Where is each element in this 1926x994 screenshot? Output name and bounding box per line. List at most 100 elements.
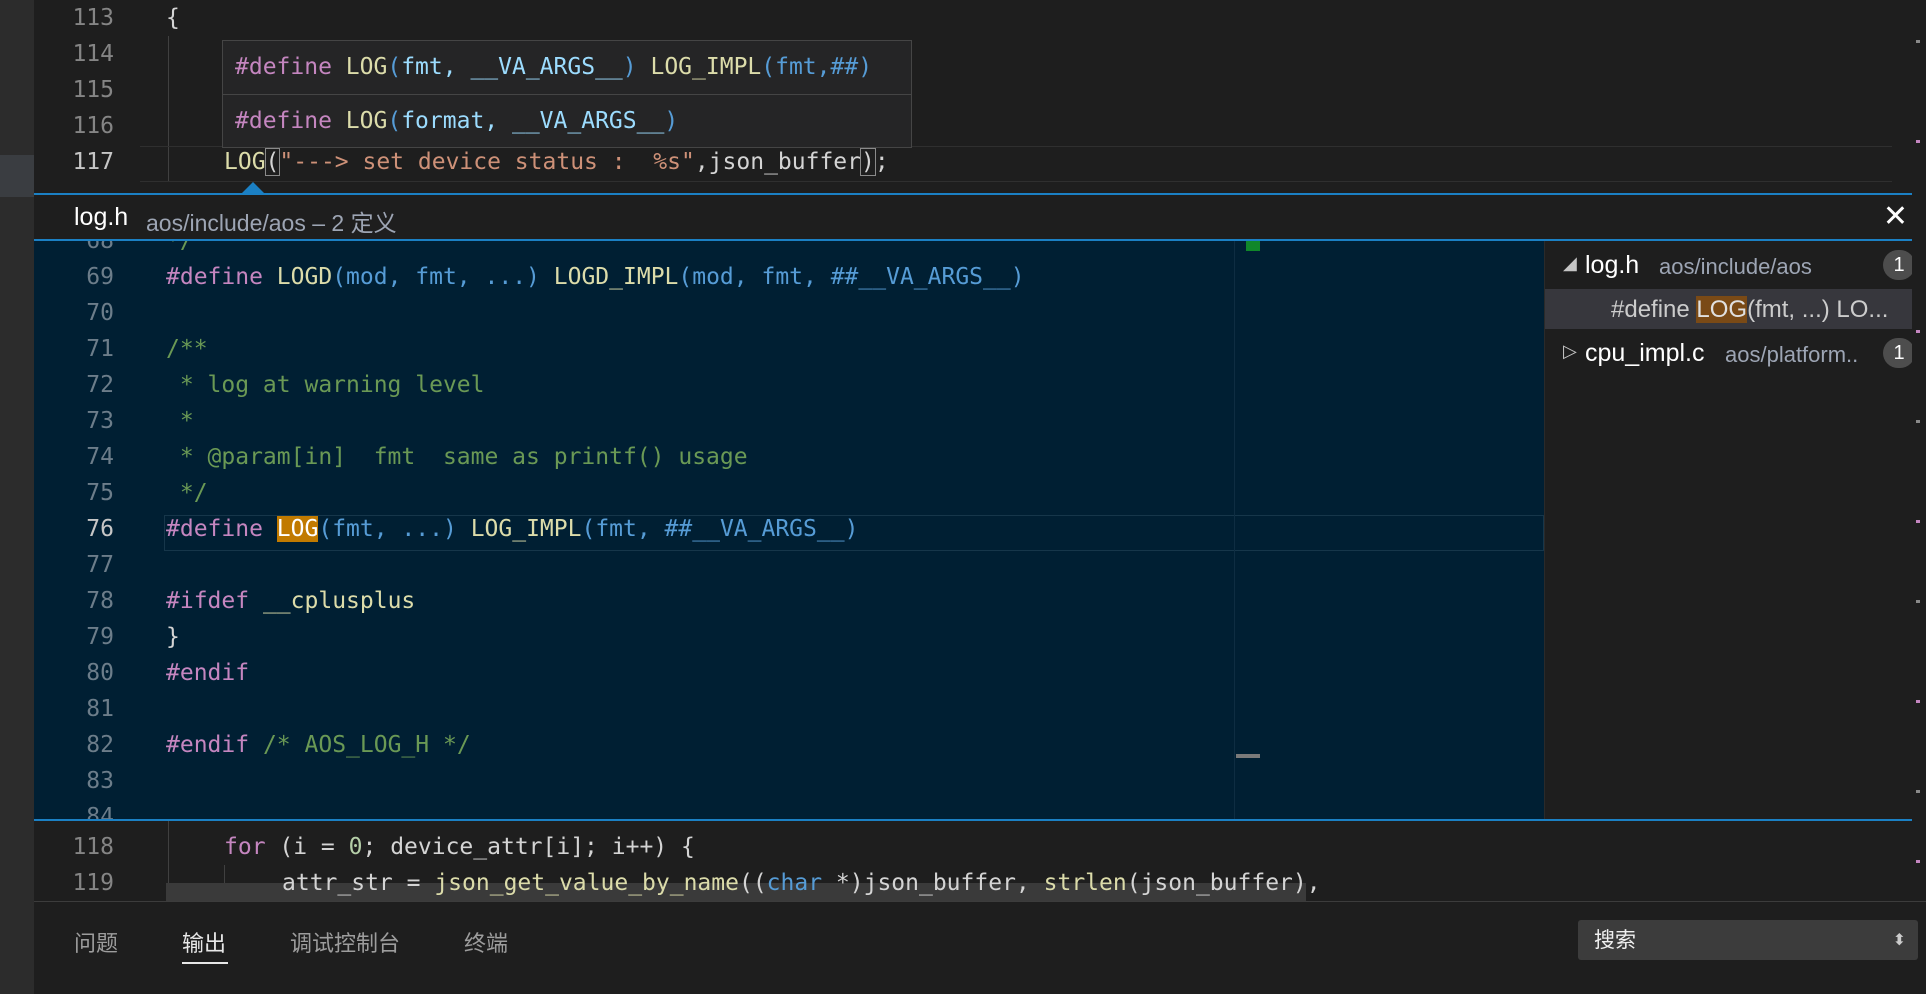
code-line-75: */ xyxy=(166,480,208,506)
token-macro: __cplusplus xyxy=(262,588,416,614)
token-function: json_get_value_by_name xyxy=(434,870,739,896)
editor-bottom-region[interactable]: 118 119 for (i = 0; device_attr[i]; i++)… xyxy=(34,821,1926,901)
token-function: LOGD xyxy=(276,264,333,290)
line-number: 83 xyxy=(86,768,114,794)
line-number: 75 xyxy=(86,480,114,506)
token-text: ,json_buffer xyxy=(694,149,861,175)
match-suffix: (fmt, ...) LO... xyxy=(1747,296,1889,323)
token-paren: ) xyxy=(860,148,876,176)
code-line-119: attr_str = json_get_value_by_name((char … xyxy=(282,865,1321,901)
token-text: *)json_buffer, xyxy=(822,870,1044,896)
peek-file-path: aos/include/aos – 2 定义 xyxy=(146,210,397,236)
code-line-78: #ifdef __cplusplus xyxy=(166,583,415,619)
activity-bar-selected-item[interactable] xyxy=(0,155,34,197)
tree-item-name: cpu_impl.c xyxy=(1585,339,1705,367)
line-number: 69 xyxy=(86,264,114,290)
code-line-76: #define LOG(fmt, ...) LOG_IMPL(fmt, ##__… xyxy=(166,511,858,547)
token-keyword: #define xyxy=(235,54,332,80)
scroll-marker xyxy=(1246,241,1260,251)
scroll-mark xyxy=(1916,520,1920,523)
output-channel-select[interactable]: 搜索 ⬍ xyxy=(1578,920,1918,960)
scrollbar-thumb[interactable] xyxy=(1236,754,1260,758)
token-params: (fmt, ...) xyxy=(318,516,457,542)
match-highlight: LOG xyxy=(1696,296,1748,323)
count-badge: 1 xyxy=(1883,338,1915,368)
scroll-mark xyxy=(1916,790,1920,793)
token-keyword: #define xyxy=(235,108,332,134)
line-number: 70 xyxy=(86,300,114,326)
code-line-68: */ xyxy=(166,241,194,254)
token-text: (json_buffer), xyxy=(1126,870,1321,896)
count-badge: 1 xyxy=(1883,250,1915,280)
token-keyword: #define xyxy=(166,264,263,290)
select-caret-icon: ⬍ xyxy=(1892,930,1906,949)
line-number: 79 xyxy=(86,624,114,650)
token-paren: ) xyxy=(664,108,679,134)
scroll-mark xyxy=(1916,700,1920,703)
line-number: 78 xyxy=(86,588,114,614)
tab-output[interactable]: 输出 xyxy=(182,926,226,958)
peek-editor[interactable]: 68 69 70 71 72 73 74 75 76 77 78 79 80 8… xyxy=(34,241,1544,819)
hover-tooltip: #define LOG(fmt, __VA_ARGS__) LOG_IMPL(f… xyxy=(222,40,912,148)
scroll-mark xyxy=(1916,40,1920,43)
scroll-mark xyxy=(1916,330,1920,333)
tab-terminal[interactable]: 终端 xyxy=(464,926,508,958)
tree-item-log-h[interactable]: ◢ log.h aos/include/aos 1 xyxy=(1545,245,1926,285)
line-number: 72 xyxy=(86,372,114,398)
line-number: 84 xyxy=(86,804,114,819)
match-prefix: #define xyxy=(1611,296,1697,323)
expanded-icon: ◢ xyxy=(1563,253,1577,274)
token-keyword: #ifdef xyxy=(166,588,250,614)
activity-bar xyxy=(0,0,34,994)
token-paren: ( xyxy=(387,54,402,80)
line-number-current: 117 xyxy=(72,149,114,175)
line-number: 74 xyxy=(86,444,114,470)
line-number: 73 xyxy=(86,408,114,434)
vertical-scrollbar[interactable] xyxy=(1912,0,1926,901)
line-number: 81 xyxy=(86,696,114,722)
token-text: (( xyxy=(738,870,767,896)
hover-signature-1: #define LOG(fmt, __VA_ARGS__) LOG_IMPL(f… xyxy=(235,49,872,85)
token-paren: ( xyxy=(264,148,281,176)
token-text: ; xyxy=(874,149,889,175)
hover-signature-2: #define LOG(format, __VA_ARGS__) xyxy=(235,103,678,139)
scroll-mark xyxy=(1916,600,1920,603)
peek-file-name[interactable]: log.h xyxy=(74,203,128,232)
peek-divider xyxy=(1234,241,1235,819)
tree-item-match[interactable]: #define LOG(fmt, ...) LO... xyxy=(1545,289,1926,329)
peek-header: log.h aos/include/aos – 2 定义 ✕ xyxy=(34,193,1926,241)
token-function: strlen xyxy=(1043,870,1127,896)
token-text: ; device_attr[i]; i++) { xyxy=(362,834,695,860)
token-number: 0 xyxy=(348,834,363,860)
code-line-113: { xyxy=(166,5,180,31)
token-comment: /* AOS_LOG_H */ xyxy=(262,732,471,758)
tab-debug-console[interactable]: 调试控制台 xyxy=(290,926,400,958)
close-icon[interactable]: ✕ xyxy=(1883,199,1908,234)
line-number: 82 xyxy=(86,732,114,758)
line-number: 115 xyxy=(72,77,114,103)
peek-pointer-icon xyxy=(242,182,264,193)
code-line-117[interactable]: LOG("---> set device status : %s",json_b… xyxy=(224,144,889,180)
scroll-mark xyxy=(1916,140,1920,143)
token-function: LOG xyxy=(224,149,266,175)
token-keyword: #endif xyxy=(166,732,250,758)
token-text: attr_str = xyxy=(282,870,435,896)
active-tab-indicator xyxy=(182,962,228,964)
token-params: format, __VA_ARGS__ xyxy=(401,108,665,134)
code-line-82: #endif /* AOS_LOG_H */ xyxy=(166,727,471,763)
token-text: (i = xyxy=(265,834,349,860)
token-paren: ( xyxy=(387,108,402,134)
token-keyword: for xyxy=(224,834,266,860)
token-keyword: #define xyxy=(166,516,263,542)
tree-item-name: log.h xyxy=(1585,251,1640,279)
tab-problems[interactable]: 问题 xyxy=(74,926,118,958)
hover-divider xyxy=(223,94,911,95)
code-line-80: #endif xyxy=(166,660,250,686)
token-string: "---> set device status : %s" xyxy=(279,149,695,175)
code-line-118: for (i = 0; device_attr[i]; i++) { xyxy=(224,829,695,865)
token-paren: ) xyxy=(622,54,637,80)
token-function: LOGD_IMPL xyxy=(553,264,679,290)
token-params: (fmt,##) xyxy=(761,54,873,80)
line-number: 118 xyxy=(72,834,114,860)
tree-item-cpu-impl[interactable]: ▷ cpu_impl.c aos/platform.. 1 xyxy=(1545,333,1926,373)
